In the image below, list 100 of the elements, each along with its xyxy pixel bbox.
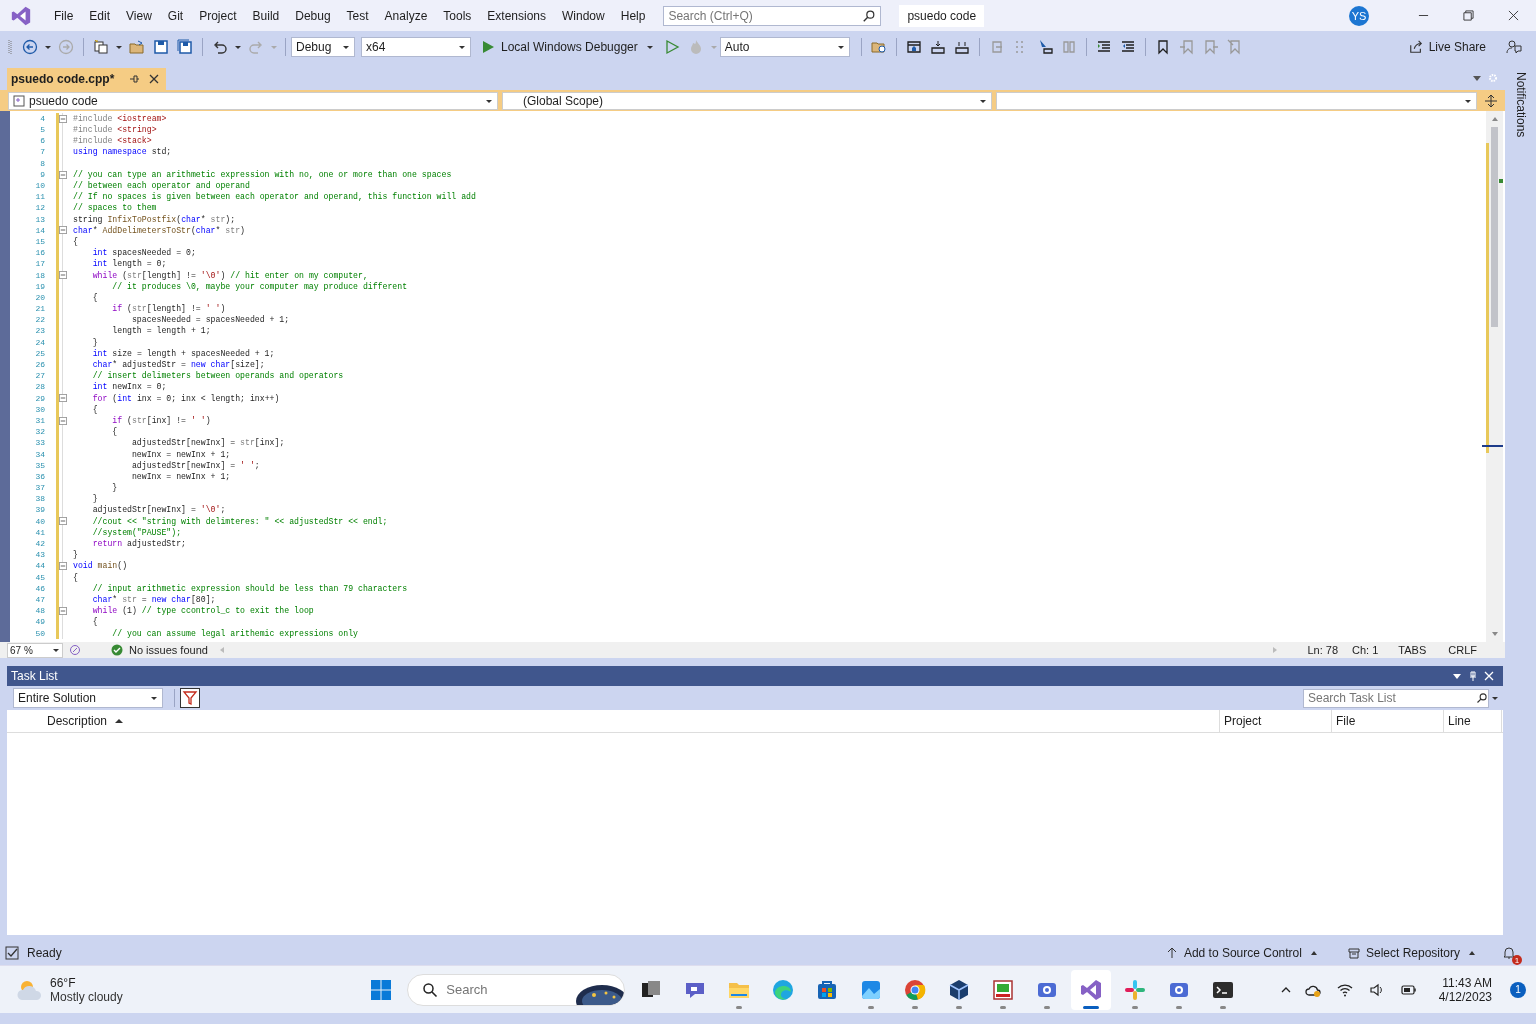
line-indicator[interactable]: Ln: 78 — [1307, 644, 1339, 656]
caret-icon — [52, 646, 60, 654]
column-header[interactable]: Description — [7, 710, 1220, 732]
code-line: adjustedStr[newInx] = '\0'; — [91, 504, 226, 516]
feedback-icon[interactable] — [1506, 38, 1522, 55]
line-number: 26 — [34, 359, 45, 371]
menu-item[interactable]: Help — [612, 8, 654, 23]
search-field[interactable]: Search (Ctrl+Q) — [663, 5, 882, 26]
infinity-logo-icon[interactable] — [1079, 977, 1104, 1002]
project-dropdown[interactable]: psuedo code — [8, 91, 498, 110]
notification-badge[interactable]: 1 — [1510, 981, 1526, 998]
pin-icon[interactable] — [129, 74, 140, 84]
caret-icon[interactable] — [1491, 694, 1499, 702]
platform-dropdown[interactable]: x64 — [361, 36, 471, 57]
save-icon[interactable] — [153, 38, 169, 55]
clock-date[interactable]: 4/12/2023 — [1438, 989, 1492, 1004]
configuration-dropdown[interactable]: Debug — [291, 36, 355, 57]
collapse-icon[interactable] — [59, 606, 67, 615]
column-indicator[interactable]: Ch: 1 — [1352, 644, 1379, 656]
menu-item[interactable]: Debug — [287, 8, 339, 23]
search-field[interactable]: Search Task List — [1303, 688, 1489, 708]
close-icon[interactable] — [1508, 10, 1519, 21]
solution-name[interactable]: psuedo code — [899, 4, 985, 27]
line-ending-indicator[interactable]: CRLF — [1448, 644, 1477, 656]
issues-status[interactable]: No issues found — [129, 644, 208, 656]
live-share-button[interactable]: Live Share — [1404, 37, 1490, 56]
start-icon[interactable] — [369, 977, 394, 1002]
line-number: 21 — [34, 303, 45, 315]
taskbar-button[interactable] — [1071, 969, 1112, 1010]
menu-item[interactable]: Extensions — [479, 8, 555, 23]
line-number: 25 — [34, 347, 45, 360]
scope-dropdown[interactable]: (Global Scope) — [502, 91, 992, 110]
collapse-icon[interactable] — [59, 416, 67, 425]
dropdown-icon[interactable] — [1452, 671, 1462, 681]
user-avatar[interactable]: YS — [1349, 5, 1369, 26]
search-icon[interactable] — [1476, 691, 1488, 704]
menu-item[interactable]: Git — [159, 8, 192, 23]
filter-icon[interactable] — [180, 688, 200, 708]
weather-condition: Mostly cloudy — [50, 989, 123, 1004]
notifications-tab[interactable]: Notifications — [1513, 72, 1528, 138]
wave-browser-icon[interactable] — [771, 977, 796, 1002]
taskbar-search-field[interactable]: Search — [442, 975, 573, 1004]
indent-indicator[interactable]: TABS — [1398, 644, 1427, 656]
column-header[interactable]: Line — [1444, 710, 1502, 732]
round-browser-icon[interactable] — [903, 977, 928, 1002]
share-icon — [1408, 39, 1423, 54]
menu-item[interactable]: Tools — [435, 8, 480, 23]
close-icon[interactable] — [149, 74, 160, 84]
hash-logo-icon[interactable] — [1123, 977, 1148, 1002]
scope-dropdown[interactable]: Entire Solution — [13, 688, 163, 708]
window-icon[interactable] — [905, 38, 922, 55]
collapse-icon[interactable] — [59, 226, 67, 235]
select-repository-button[interactable]: Select Repository — [1343, 944, 1482, 962]
sort-ascending-icon — [115, 717, 124, 725]
collapse-icon[interactable] — [59, 271, 67, 280]
open-folder-icon[interactable] — [129, 38, 145, 55]
solution-configuration-dropdown[interactable]: Auto — [719, 36, 850, 57]
add-to-source-control-button[interactable]: Add to Source Control — [1161, 944, 1324, 962]
line-number: 34 — [34, 448, 45, 460]
circuit-board-icon[interactable] — [991, 977, 1016, 1002]
save-all-icon[interactable] — [177, 38, 193, 55]
scroll-up-icon[interactable] — [1490, 115, 1499, 123]
menu-item[interactable]: View — [118, 8, 160, 23]
collapse-icon[interactable] — [59, 394, 67, 403]
collapse-icon[interactable] — [59, 517, 67, 526]
bell-icon[interactable] — [1502, 946, 1516, 960]
collapse-icon[interactable] — [59, 562, 67, 571]
column-header[interactable]: Project — [1220, 710, 1332, 732]
code-line: // you can type an arithmetic expression with no, one or more than one spaces — [73, 168, 452, 181]
menu-item[interactable]: Window — [554, 8, 613, 23]
build-icon[interactable] — [929, 38, 946, 55]
menu-item[interactable]: File — [46, 8, 82, 23]
run-button[interactable]: Local Windows Debugger — [477, 37, 660, 56]
menu-item[interactable]: Edit — [81, 8, 119, 23]
split-icon[interactable] — [1485, 94, 1497, 107]
code-line: length = length + 1; — [111, 325, 211, 337]
brush-icon[interactable] — [69, 644, 81, 656]
scrollbar-thumb[interactable] — [1491, 127, 1498, 327]
tab-list-icon[interactable] — [1472, 73, 1482, 83]
indent-icon[interactable] — [1095, 38, 1112, 55]
menu-item[interactable]: Test — [338, 8, 377, 23]
menu-item[interactable]: Analyze — [376, 8, 436, 23]
speaker-icon[interactable] — [1368, 981, 1385, 998]
back-icon[interactable] — [22, 38, 38, 55]
menu-item[interactable]: Build — [244, 8, 288, 23]
clock-time[interactable]: 11:43 AM — [1442, 975, 1492, 990]
line-number: 9 — [39, 168, 45, 181]
column-header[interactable]: File — [1332, 710, 1444, 732]
collapse-icon[interactable] — [59, 170, 67, 179]
start-without-debugging-icon[interactable] — [663, 38, 680, 55]
outdent-icon[interactable] — [1119, 38, 1136, 55]
scroll-down-icon[interactable] — [1490, 630, 1499, 638]
code-line: int spacesNeeded = 0; — [91, 247, 196, 259]
restore-icon[interactable] — [1463, 10, 1474, 21]
collapse-icon[interactable] — [59, 114, 67, 123]
menu-item[interactable]: Project — [191, 8, 245, 23]
taskbar-search-box[interactable]: Search — [407, 973, 626, 1006]
document-tab[interactable]: psuedo code.cpp* — [7, 68, 167, 90]
zoom-dropdown[interactable]: 67 % — [7, 642, 63, 658]
new-project-icon[interactable] — [93, 38, 109, 55]
